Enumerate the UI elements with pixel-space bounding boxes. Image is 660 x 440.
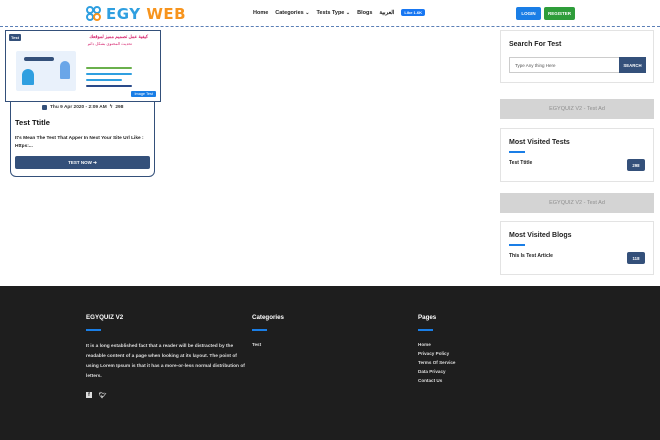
social-links: f 🐦︎ [86, 392, 107, 399]
test-card-image[interactable]: Test كيفية عمل تصميم مميز لموقعك تحديث ا… [5, 30, 161, 102]
logo-text: EGY WEB [106, 5, 186, 23]
search-widget: Search For Test Type Any thing Here SEAR… [500, 30, 654, 83]
most-visited-tests-widget: Most Visited Tests Test Ttitle 298 [500, 128, 654, 182]
footer-link-terms[interactable]: Terms Of Service [418, 360, 455, 365]
image-progress-bar [86, 67, 132, 69]
image-progress-bar [86, 79, 122, 81]
footer-title-underline [252, 329, 267, 331]
nav-tests-type[interactable]: Tests Type ⌄ [316, 10, 350, 16]
top-header: EGY WEB Home Categories ⌄ Tests Type ⌄ B… [0, 0, 660, 27]
nav-categories[interactable]: Categories ⌄ [275, 10, 309, 16]
logo-icon [86, 5, 103, 23]
footer-link-privacy-policy[interactable]: Privacy Policy [418, 351, 449, 356]
chevron-down-icon: ⌄ [345, 9, 351, 16]
nav-categories-label: Categories [275, 9, 304, 16]
footer-link[interactable]: Test [252, 342, 261, 347]
nav-tests-type-label: Tests Type [316, 9, 345, 16]
logo-text-part2: WEB [140, 5, 187, 23]
footer-link-home[interactable]: Home [418, 342, 431, 347]
illustration-icon [60, 61, 70, 79]
most-visited-blogs-widget: Most Visited Blogs This Is Test Article … [500, 221, 654, 275]
footer-pages-column: Pages [418, 314, 436, 331]
calendar-icon [42, 104, 47, 110]
register-button[interactable]: REGISTER [544, 7, 575, 20]
nav-blogs[interactable]: Blogs [357, 10, 372, 16]
illustration-icon [22, 69, 34, 85]
chevron-down-icon: ⌄ [305, 9, 310, 16]
search-widget-title: Search For Test [509, 41, 562, 48]
twitter-icon[interactable]: 🐦︎ [99, 392, 107, 399]
image-progress-bar [86, 85, 132, 87]
bolt-icon: ϟ [109, 104, 113, 110]
test-card-title[interactable]: Test Ttitle [15, 118, 50, 127]
image-headline: كيفية عمل تصميم مميز لموقعك [89, 34, 148, 39]
title-underline [509, 151, 525, 153]
search-button[interactable]: SEARCH [619, 57, 646, 73]
facebook-icon[interactable]: f [86, 392, 92, 398]
footer-about-column: EGYQUIZ V2 [86, 314, 123, 331]
search-input[interactable]: Type Any thing Here [509, 57, 619, 73]
test-card-date: Thu 9 Apr 2020 - 2:09 AM [50, 104, 107, 110]
footer-title-underline [418, 329, 433, 331]
logo-text-part1: EGY [106, 5, 141, 23]
footer-categories-column: Categories [252, 314, 284, 331]
test-card-description: It's Mean The Test That Apper In Next Yo… [15, 136, 144, 149]
test-card-views: 298 [115, 104, 124, 110]
footer-link-contact[interactable]: Contact Us [418, 378, 442, 383]
image-subline: تحديث المحتوى بشكل دائم [87, 41, 132, 46]
ad-banner[interactable]: EGYQUIZ V2 - Test Ad [500, 193, 654, 213]
view-count-badge: 118 [627, 252, 645, 264]
ad-banner[interactable]: EGYQUIZ V2 - Test Ad [500, 99, 654, 119]
most-visited-blog-item[interactable]: This Is Test Article [509, 253, 553, 259]
footer-about-title: EGYQUIZ V2 [86, 314, 124, 321]
site-logo[interactable]: EGY WEB [86, 5, 186, 23]
footer-categories-title: Categories [252, 314, 284, 321]
login-button[interactable]: LOGIN [516, 7, 541, 20]
footer-pages-title: Pages [418, 314, 437, 321]
view-count-badge: 298 [627, 159, 645, 171]
main-nav: Home Categories ⌄ Tests Type ⌄ Blogs الع… [253, 9, 425, 16]
title-underline [509, 244, 525, 246]
footer-title-underline [86, 329, 101, 331]
image-progress-bar [86, 73, 132, 75]
image-test-button: Image Test [131, 91, 156, 97]
nav-arabic[interactable]: العربية [379, 10, 394, 16]
most-visited-tests-title: Most Visited Tests [509, 139, 570, 146]
nav-home[interactable]: Home [253, 10, 268, 16]
footer-about-text: It is a long established fact that a rea… [86, 344, 245, 379]
illustration-icon [24, 57, 54, 61]
most-visited-blogs-title: Most Visited Blogs [509, 232, 572, 239]
footer-link-data-privacy[interactable]: Data Privacy [418, 369, 446, 374]
test-card-meta: Thu 9 Apr 2020 - 2:09 AM ϟ 298 [42, 104, 123, 110]
most-visited-test-item[interactable]: Test Ttitle [509, 160, 532, 166]
test-now-button[interactable]: TEST NOW ➔ [15, 156, 150, 169]
test-card: Test كيفية عمل تصميم مميز لموقعك تحديث ا… [5, 30, 161, 177]
image-badge: Test [9, 34, 21, 41]
facebook-like-button[interactable]: Like 1.6K [401, 9, 425, 16]
